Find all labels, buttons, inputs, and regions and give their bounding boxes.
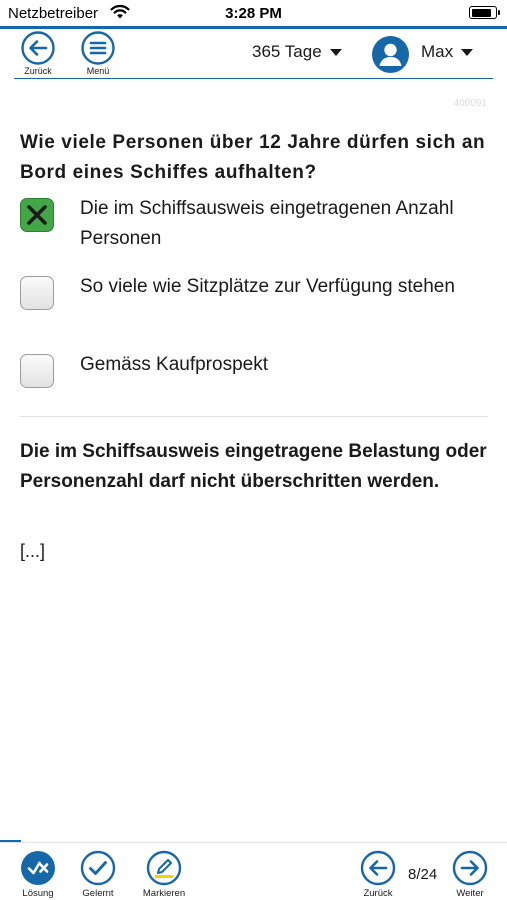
back-label: Zurück: [24, 66, 52, 76]
status-time: 3:28 PM: [225, 5, 282, 22]
cross-icon: [27, 205, 47, 225]
solution-icon: [21, 851, 55, 885]
next-label: Weiter: [456, 888, 484, 899]
section-divider: [20, 416, 488, 417]
user-dropdown[interactable]: Max: [421, 42, 474, 62]
back-button[interactable]: Zurück: [18, 31, 58, 76]
user-name: Max: [421, 42, 454, 61]
answer-option-1[interactable]: Die im Schiffsausweis eingetragenen Anza…: [20, 198, 490, 254]
next-button[interactable]: Weiter: [441, 850, 499, 899]
mark-button[interactable]: Markieren: [135, 850, 193, 899]
arrow-left-icon: [21, 31, 55, 65]
answer-checkbox[interactable]: [20, 354, 54, 388]
answer-text: Gemäss Kaufprospekt: [80, 354, 268, 375]
answer-text: So viele wie Sitzplätze zur Verfügung st…: [80, 276, 455, 297]
question-id: 400091: [453, 98, 487, 109]
explanation-more: [...]: [20, 541, 46, 561]
chevron-down-icon: [329, 48, 342, 56]
arrow-left-icon: [360, 850, 396, 886]
answer-text: Die im Schiffsausweis eingetragenen Anza…: [80, 198, 454, 249]
answer-option-2[interactable]: So viele wie Sitzplätze zur Verfügung st…: [20, 276, 490, 310]
menu-label: Menü: [86, 66, 110, 76]
toolbar-divider: [0, 842, 507, 843]
app-header: Zurück Menü 365 Tage Max: [0, 29, 507, 79]
explanation-text: Die im Schiffsausweis eingetragene Belas…: [20, 441, 487, 492]
header-divider: [14, 78, 493, 79]
answer-checkbox[interactable]: [20, 276, 54, 310]
page-indicator: 8/24: [408, 866, 438, 883]
previous-label: Zurück: [363, 888, 393, 899]
days-dropdown[interactable]: 365 Tage: [252, 42, 342, 62]
question-text: Wie viele Personen über 12 Jahre dürfen …: [20, 132, 486, 183]
menu-icon: [81, 31, 115, 65]
menu-button[interactable]: Menü: [78, 31, 118, 76]
check-circle-icon: [80, 850, 116, 886]
solution-button[interactable]: Lösung: [9, 850, 67, 899]
days-value: 365 Tage: [252, 42, 322, 61]
answer-option-3[interactable]: Gemäss Kaufprospekt: [20, 354, 490, 388]
solution-label: Lösung: [22, 888, 54, 899]
arrow-right-icon: [452, 850, 488, 886]
battery-icon: [469, 6, 500, 19]
chevron-down-icon: [461, 48, 474, 56]
previous-button[interactable]: Zurück: [349, 850, 407, 899]
learned-button[interactable]: Gelernt: [69, 850, 127, 899]
mark-label: Markieren: [142, 888, 186, 899]
user-avatar-icon[interactable]: [372, 36, 409, 73]
status-bar: Netzbetreiber 3:28 PM: [0, 0, 507, 26]
answer-checkbox[interactable]: [20, 198, 54, 232]
pencil-icon: [146, 850, 182, 886]
learned-label: Gelernt: [82, 888, 114, 899]
